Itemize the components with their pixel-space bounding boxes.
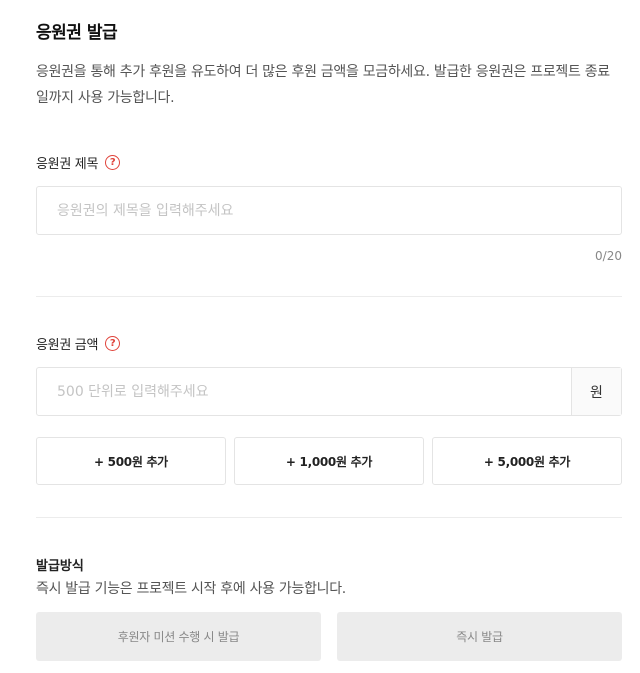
voucher-title-label-row: 응원권 제목 ? bbox=[36, 153, 121, 172]
issue-immediately-button[interactable]: 즉시 발급 bbox=[337, 612, 622, 661]
voucher-amount-label: 응원권 금액 bbox=[36, 338, 99, 353]
voucher-title-label: 응원권 제목 bbox=[36, 157, 99, 172]
divider bbox=[36, 296, 622, 297]
question-circle-icon[interactable]: ? bbox=[105, 336, 121, 351]
voucher-amount-label-row: 응원권 금액 ? bbox=[36, 334, 121, 353]
question-circle-icon[interactable]: ? bbox=[105, 155, 121, 170]
divider bbox=[36, 517, 622, 518]
add-1000-button[interactable]: + 1,000원 추가 bbox=[234, 437, 424, 485]
issue-method-description: 즉시 발급 기능은 프로젝트 시작 후에 사용 가능합니다. bbox=[36, 581, 346, 597]
voucher-title-input[interactable] bbox=[37, 187, 621, 234]
page-description: 응원권을 통해 추가 후원을 유도하여 더 많은 후원 금액을 모금하세요. 발… bbox=[36, 64, 610, 106]
add-500-button[interactable]: + 500원 추가 bbox=[36, 437, 226, 485]
add-5000-button[interactable]: + 5,000원 추가 bbox=[432, 437, 622, 485]
issue-method-title: 발급방식 bbox=[36, 559, 84, 574]
currency-unit: 원 bbox=[571, 368, 621, 415]
voucher-amount-field: 원 bbox=[36, 367, 622, 416]
page-title: 응원권 발급 bbox=[36, 23, 118, 43]
voucher-amount-input[interactable] bbox=[37, 368, 621, 415]
voucher-title-field bbox=[36, 186, 622, 235]
issue-on-mission-button[interactable]: 후원자 미션 수행 시 발급 bbox=[36, 612, 321, 661]
voucher-title-counter: 0/20 bbox=[595, 249, 622, 263]
